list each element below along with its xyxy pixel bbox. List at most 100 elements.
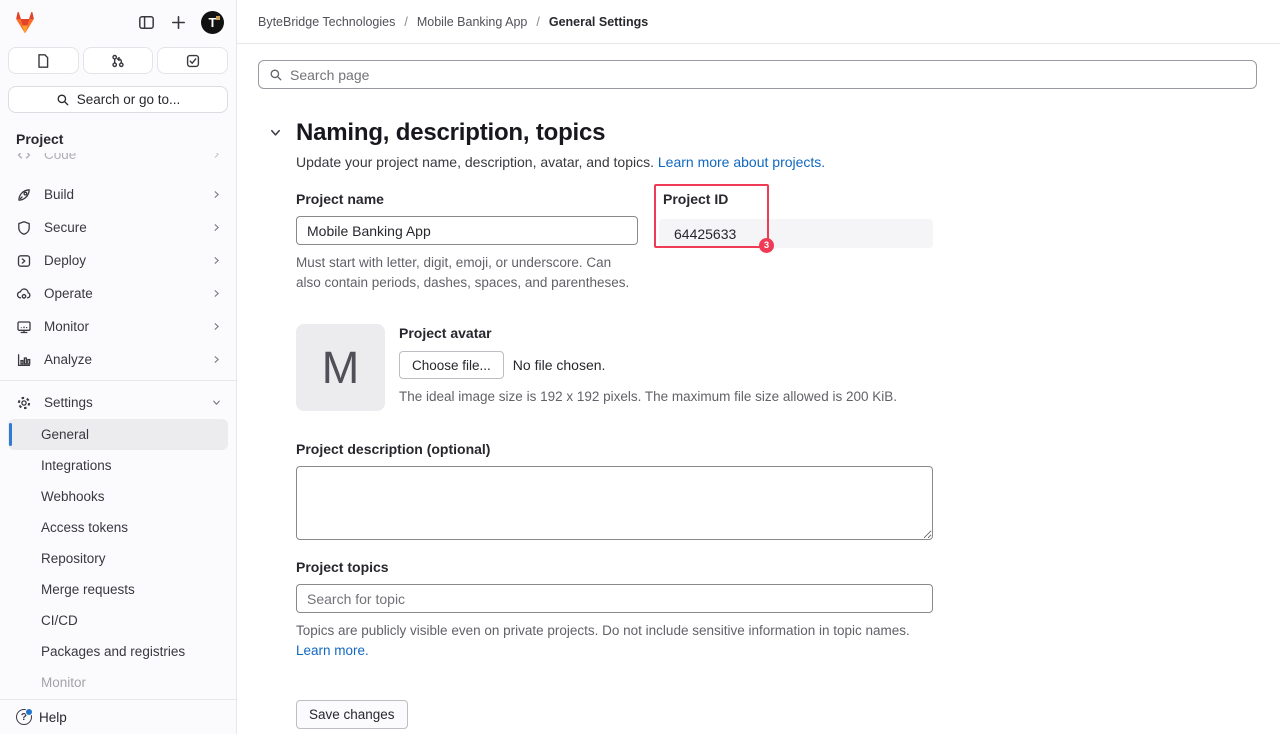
project-id-label: Project ID	[663, 191, 728, 207]
sidebar-item-label: Access tokens	[41, 520, 128, 535]
page-search-field	[258, 60, 1257, 89]
breadcrumb-separator: /	[404, 15, 407, 29]
project-id-value: 64425633	[659, 219, 933, 248]
section-subtitle-text: Update your project name, description, a…	[296, 154, 658, 170]
breadcrumb-current-page: General Settings	[549, 15, 648, 29]
page-search-input[interactable]	[290, 67, 1246, 83]
sidebar-item-label: Settings	[44, 395, 93, 410]
sidebar-item-label: Repository	[41, 551, 106, 566]
sidebar-item-merge-requests[interactable]: Merge requests	[8, 574, 228, 605]
main-content: ByteBridge Technologies / Mobile Banking…	[237, 0, 1280, 734]
breadcrumb-group[interactable]: ByteBridge Technologies	[258, 15, 395, 29]
monitor-icon	[16, 319, 32, 335]
project-description-textarea[interactable]	[296, 466, 933, 540]
shield-icon	[16, 220, 32, 236]
sidebar-item-monitor[interactable]: Monitor	[0, 310, 236, 343]
bar-chart-icon	[16, 352, 32, 368]
merge-request-icon	[110, 53, 126, 69]
project-avatar[interactable]: M	[296, 324, 385, 411]
project-topics-label: Project topics	[296, 559, 933, 575]
sidebar-item-label: Monitor	[44, 319, 89, 334]
avatar-help: The ideal image size is 192 x 192 pixels…	[399, 387, 897, 407]
sidebar-item-label: CI/CD	[41, 613, 78, 628]
project-name-label: Project name	[296, 191, 638, 207]
sidebar-item-analyze[interactable]: Analyze	[0, 343, 236, 376]
sidebar-item-label: Packages and registries	[41, 644, 185, 659]
sidebar-item-label: Operate	[44, 286, 93, 301]
sidebar-toggle-icon[interactable]	[137, 14, 155, 32]
sidebar-item-label: Deploy	[44, 253, 86, 268]
project-topics-input[interactable]	[296, 584, 933, 613]
create-new-icon[interactable]	[169, 14, 187, 32]
chevron-down-icon	[211, 397, 222, 408]
sidebar-item-integrations[interactable]: Integrations	[8, 450, 228, 481]
sidebar-item-label: Build	[44, 187, 74, 202]
sidebar-item-code[interactable]: Code	[0, 153, 236, 171]
breadcrumb-project[interactable]: Mobile Banking App	[417, 15, 528, 29]
user-avatar[interactable]: T	[201, 11, 224, 34]
sidebar-item-settings[interactable]: Settings	[0, 386, 236, 419]
merge-requests-shortcut-button[interactable]	[83, 47, 154, 74]
breadcrumb: ByteBridge Technologies / Mobile Banking…	[258, 15, 648, 29]
learn-more-projects-link[interactable]: Learn more about projects.	[658, 154, 825, 170]
sidebar-nav: Code Build Secure Deploy Operate Monitor	[0, 153, 236, 699]
sidebar: T Search or go to... Project Code Build …	[0, 0, 237, 734]
cloud-gear-icon	[16, 286, 32, 302]
learn-more-topics-link[interactable]: Learn more.	[296, 643, 369, 658]
chevron-right-icon	[211, 288, 222, 299]
gitlab-logo-icon[interactable]	[12, 10, 38, 35]
sidebar-item-monitor-settings[interactable]: Monitor	[8, 667, 228, 698]
save-changes-button[interactable]: Save changes	[296, 700, 408, 729]
chevron-right-icon	[211, 222, 222, 233]
sidebar-item-packages-registries[interactable]: Packages and registries	[8, 636, 228, 667]
help-icon: ?	[16, 709, 32, 725]
sidebar-item-access-tokens[interactable]: Access tokens	[8, 512, 228, 543]
sidebar-item-build[interactable]: Build	[0, 178, 236, 211]
chevron-right-icon	[211, 321, 222, 332]
section-subtitle: Update your project name, description, a…	[296, 154, 1257, 170]
sidebar-item-label: Code	[44, 153, 76, 162]
search-or-go-to-button[interactable]: Search or go to...	[8, 86, 228, 113]
sidebar-item-label: Secure	[44, 220, 87, 235]
deploy-icon	[16, 253, 32, 269]
chevron-right-icon	[211, 153, 222, 160]
chevron-right-icon	[211, 189, 222, 200]
issues-icon	[35, 53, 51, 69]
breadcrumb-separator: /	[536, 15, 539, 29]
choose-file-button[interactable]: Choose file...	[399, 351, 504, 379]
sidebar-item-label: Merge requests	[41, 582, 135, 597]
file-chosen-status: No file chosen.	[513, 357, 606, 373]
issues-shortcut-button[interactable]	[8, 47, 79, 74]
topics-help: Topics are publicly visible even on priv…	[296, 621, 933, 660]
project-description-label: Project description (optional)	[296, 441, 933, 457]
project-name-input[interactable]	[296, 216, 638, 245]
sidebar-item-deploy[interactable]: Deploy	[0, 244, 236, 277]
sidebar-item-repository[interactable]: Repository	[8, 543, 228, 574]
todo-icon	[185, 53, 201, 69]
sidebar-item-secure[interactable]: Secure	[0, 211, 236, 244]
sidebar-divider	[0, 380, 236, 381]
breadcrumb-bar: ByteBridge Technologies / Mobile Banking…	[237, 0, 1280, 44]
search-or-go-to-label: Search or go to...	[77, 92, 181, 107]
sidebar-item-operate[interactable]: Operate	[0, 277, 236, 310]
sidebar-item-label: General	[41, 427, 89, 442]
project-avatar-label: Project avatar	[399, 325, 897, 341]
chevron-right-icon	[211, 354, 222, 365]
todo-shortcut-button[interactable]	[157, 47, 228, 74]
project-name-help: Must start with letter, digit, emoji, or…	[296, 253, 638, 292]
chevron-right-icon	[211, 255, 222, 266]
search-icon	[269, 68, 283, 82]
sidebar-item-webhooks[interactable]: Webhooks	[8, 481, 228, 512]
sidebar-item-general[interactable]: General	[8, 419, 228, 450]
help-label: Help	[39, 710, 67, 725]
sidebar-item-label: Integrations	[41, 458, 112, 473]
sidebar-item-cicd[interactable]: CI/CD	[8, 605, 228, 636]
help-button[interactable]: ? Help	[0, 699, 236, 734]
sidebar-item-label: Analyze	[44, 352, 92, 367]
section-collapse-chevron-icon[interactable]	[268, 125, 284, 141]
search-icon	[56, 93, 70, 107]
sidebar-context-title: Project	[0, 117, 236, 153]
sidebar-item-label: Monitor	[41, 675, 86, 690]
gear-icon	[16, 395, 32, 411]
sidebar-shortcuts	[0, 43, 236, 78]
